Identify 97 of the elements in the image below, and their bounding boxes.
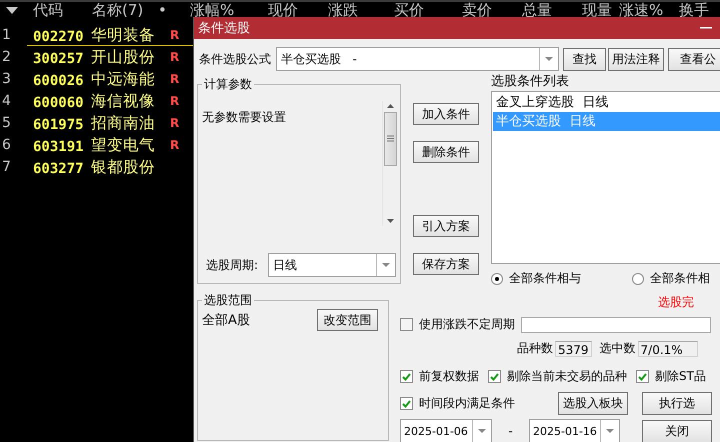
list-item[interactable]: 金叉上穿选股 日线 xyxy=(493,93,720,112)
radio-label: 全部条件相与 xyxy=(509,270,581,287)
stock-name: 开山股份 xyxy=(91,48,155,66)
action-button[interactable]: 保存方案 xyxy=(413,253,479,275)
margin-mark: R xyxy=(170,72,180,86)
margin-mark: R xyxy=(170,138,180,152)
checkbox-label: 剔除ST品 xyxy=(655,368,706,385)
scroll-up-icon[interactable] xyxy=(387,104,394,108)
stock-code: 603277 xyxy=(33,160,84,176)
column-header[interactable]: 现量 xyxy=(582,1,612,19)
margin-mark: R xyxy=(170,28,180,42)
column-header[interactable]: 总量 xyxy=(522,1,552,19)
stock-name: 海信视像 xyxy=(91,92,155,110)
date-picker[interactable]: 2025-01-06 xyxy=(400,419,492,442)
row-number: 3 xyxy=(2,71,11,87)
action-button[interactable]: 删除条件 xyxy=(413,141,479,163)
stock-name: 华明装备 xyxy=(91,26,155,44)
checkbox-label: 前复权数据 xyxy=(419,368,479,385)
close-button[interactable]: 关闭 xyxy=(642,420,712,442)
window-title: 条件选股 xyxy=(198,20,250,37)
period-dropdown[interactable]: 日线 xyxy=(268,253,396,277)
date-picker[interactable]: 2025-01-16 xyxy=(529,419,620,442)
stock-code: 002270 xyxy=(33,28,84,44)
margin-mark: R xyxy=(170,116,180,130)
stock-name: 银都股份 xyxy=(91,158,155,176)
group-title: 选股范围 xyxy=(203,292,253,309)
picked-value: 7/0.1% xyxy=(638,340,698,356)
checkbox-label: 使用涨跌不定周期 xyxy=(419,316,515,333)
info-text: 无参数需要设置 xyxy=(202,109,286,126)
column-header[interactable]: 现价 xyxy=(268,1,298,19)
status-text: 选股完 xyxy=(658,294,694,311)
period-label: 选股周期: xyxy=(205,256,260,274)
checkbox-label: 时间段内满足条件 xyxy=(419,395,515,412)
margin-mark: R xyxy=(170,94,180,108)
toolbar-button[interactable]: 查找 xyxy=(563,48,606,70)
column-header[interactable]: 代码 xyxy=(33,1,63,19)
checkbox-label: 剔除当前未交易的品种 xyxy=(507,368,627,385)
group-title: 计算参数 xyxy=(203,76,253,93)
scroll-down-icon[interactable] xyxy=(387,219,394,223)
count-value: 5379 xyxy=(555,340,592,356)
stock-code: 603191 xyxy=(33,138,84,154)
radio-button[interactable] xyxy=(632,272,644,284)
row-number: 1 xyxy=(2,27,11,43)
sort-caret-icon[interactable] xyxy=(6,7,18,14)
stock-name: 招商南油 xyxy=(91,114,155,132)
checkbox[interactable] xyxy=(636,370,649,383)
formula-label: 条件选股公式 xyxy=(198,50,272,68)
caret-icon xyxy=(382,263,390,267)
caret-icon xyxy=(545,57,553,61)
column-header[interactable]: 换手 xyxy=(679,1,709,19)
change-range-button[interactable]: 改变范围 xyxy=(317,309,378,331)
row-number: 5 xyxy=(2,115,11,131)
caret-icon xyxy=(606,429,614,433)
stock-name: 中远海能 xyxy=(91,70,155,88)
check-icon xyxy=(402,372,411,380)
column-header[interactable]: 名称(7) xyxy=(92,1,144,19)
stock-code: 600026 xyxy=(33,72,84,88)
row-number: 2 xyxy=(2,49,11,65)
run-button[interactable]: 执行选 xyxy=(642,392,712,415)
minimize-icon[interactable] xyxy=(700,27,712,29)
action-button[interactable]: 引入方案 xyxy=(413,215,479,237)
row-number: 4 xyxy=(2,93,11,109)
checkbox[interactable] xyxy=(400,370,413,383)
stock-code: 600060 xyxy=(33,94,84,110)
list-title: 选股条件列表 xyxy=(491,73,569,90)
column-header[interactable]: 买价 xyxy=(394,1,424,19)
check-icon xyxy=(490,372,499,380)
to-block-button[interactable]: 选股入板块 xyxy=(558,392,628,415)
formula-dropdown[interactable]: 半仓买选股 - xyxy=(276,47,559,71)
column-header[interactable]: • xyxy=(158,1,167,19)
radio-button[interactable] xyxy=(491,272,503,284)
grip-icon xyxy=(387,135,394,142)
stock-name: 望变电气 xyxy=(91,136,155,154)
column-header[interactable]: 卖价 xyxy=(462,1,492,19)
row-number: 7 xyxy=(2,159,11,175)
action-button[interactable]: 加入条件 xyxy=(413,103,479,125)
date-separator: - xyxy=(508,424,513,438)
toolbar-button[interactable]: 查看公 xyxy=(668,48,720,70)
checkbox[interactable] xyxy=(400,318,413,331)
toolbar-button[interactable]: 用法注释 xyxy=(608,48,664,70)
margin-mark: R xyxy=(170,50,180,64)
picked-label: 选中数 xyxy=(600,340,636,357)
check-icon xyxy=(402,400,411,408)
period-field[interactable] xyxy=(521,316,711,332)
caret-icon xyxy=(478,429,486,433)
column-header[interactable]: 涨幅% xyxy=(190,1,234,19)
checkbox[interactable] xyxy=(400,397,413,410)
radio-label: 全部条件相 xyxy=(650,270,710,287)
stock-code: 300257 xyxy=(33,50,84,66)
check-icon xyxy=(638,372,647,380)
row-number: 6 xyxy=(2,137,11,153)
range-value: 全部A股 xyxy=(202,312,250,329)
column-header[interactable]: 涨跌 xyxy=(328,1,358,19)
count-label: 品种数 xyxy=(517,340,553,357)
checkbox[interactable] xyxy=(488,370,501,383)
stock-code: 601975 xyxy=(33,116,84,132)
column-header[interactable]: 涨速% xyxy=(619,1,664,19)
